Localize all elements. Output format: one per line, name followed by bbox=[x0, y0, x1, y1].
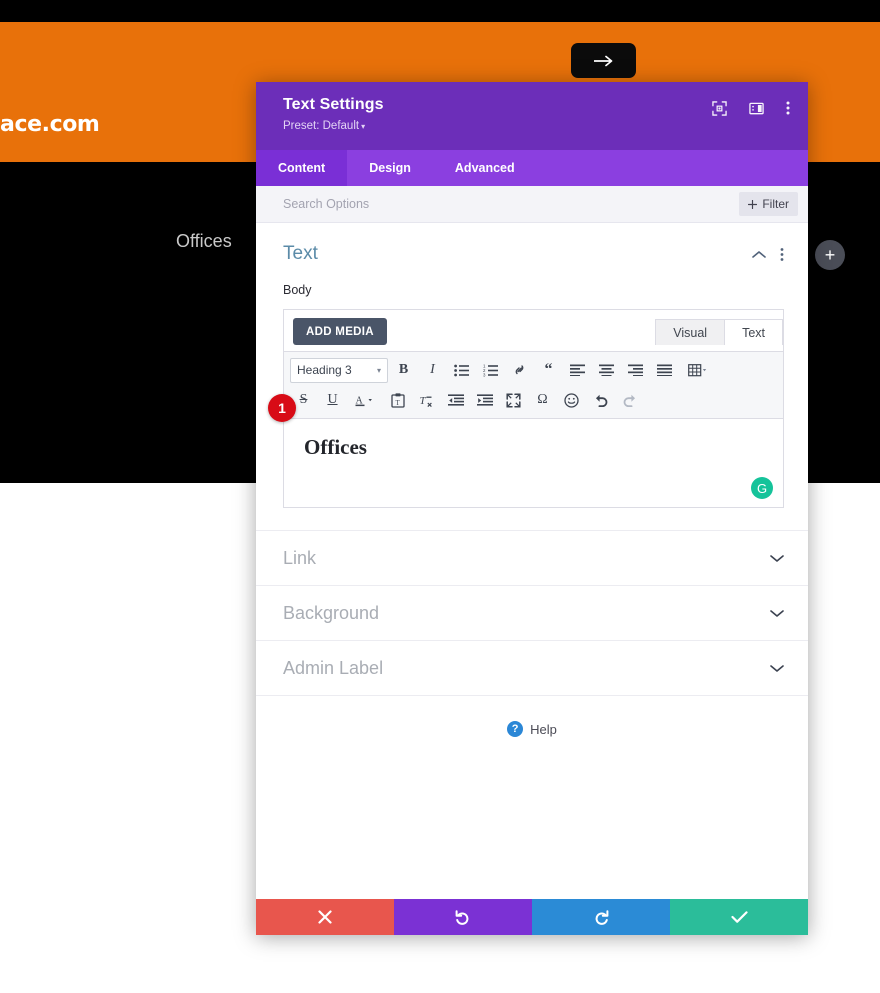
chevron-down-icon bbox=[770, 554, 784, 563]
modal-header: Text Settings Preset: Default ▾ bbox=[256, 82, 808, 150]
fullscreen-icon[interactable] bbox=[500, 387, 527, 414]
section-admin-label[interactable]: Admin Label bbox=[256, 641, 808, 696]
modal-title: Text Settings bbox=[283, 96, 384, 113]
add-module-button[interactable]: + bbox=[815, 240, 845, 270]
align-center-icon[interactable] bbox=[593, 357, 620, 384]
align-right-icon[interactable] bbox=[622, 357, 649, 384]
page-offices-heading: Offices bbox=[176, 231, 232, 251]
plus-icon: + bbox=[824, 245, 836, 265]
svg-text:T: T bbox=[420, 395, 427, 407]
text-color-icon[interactable]: A bbox=[348, 387, 382, 414]
tab-content[interactable]: Content bbox=[256, 150, 348, 186]
checkmark-icon bbox=[730, 911, 748, 923]
tab-advanced[interactable]: Advanced bbox=[433, 150, 537, 186]
modal-footer bbox=[256, 899, 808, 935]
editor-mode-visual[interactable]: Visual bbox=[655, 319, 726, 345]
grammarly-icon[interactable]: G bbox=[751, 477, 773, 499]
more-vertical-icon[interactable] bbox=[780, 247, 784, 262]
page-top-black-bar bbox=[0, 0, 880, 22]
plus-icon bbox=[748, 199, 758, 209]
section-background[interactable]: Background bbox=[256, 586, 808, 641]
search-input[interactable] bbox=[283, 197, 740, 211]
arrow-right-icon bbox=[593, 55, 612, 66]
undo-arrow-icon bbox=[455, 910, 469, 925]
page-arrow-button[interactable] bbox=[571, 43, 636, 78]
screen: ace.com Offices + Text Settings Preset: … bbox=[0, 0, 880, 993]
step-badge-1: 1 bbox=[268, 394, 296, 422]
underline-icon[interactable]: U bbox=[319, 387, 346, 414]
emoji-icon[interactable] bbox=[558, 387, 585, 414]
save-button[interactable] bbox=[670, 899, 808, 935]
editor-toolbar-row-1: Heading 3 ▾ B I 1 2 3 “ bbox=[290, 356, 777, 384]
modal-body: Text Body ADD MEDIA Visual Text Heading … bbox=[256, 223, 808, 899]
editor-mode-text[interactable]: Text bbox=[724, 319, 783, 345]
section-link-title: Link bbox=[283, 547, 317, 568]
chevron-down-icon bbox=[770, 664, 784, 673]
link-icon[interactable] bbox=[506, 357, 533, 384]
editor-content-area[interactable]: Offices G bbox=[284, 419, 783, 507]
preset-selector[interactable]: Preset: Default ▾ bbox=[283, 120, 786, 132]
section-admin-label-title: Admin Label bbox=[283, 657, 384, 678]
help-link[interactable]: ? Help bbox=[256, 696, 808, 737]
format-select-value: Heading 3 bbox=[297, 363, 352, 377]
close-x-icon bbox=[318, 910, 332, 924]
section-text-header[interactable]: Text bbox=[283, 243, 784, 265]
editor-heading-text: Offices bbox=[304, 435, 367, 459]
table-icon[interactable] bbox=[680, 357, 714, 384]
align-left-icon[interactable] bbox=[564, 357, 591, 384]
wysiwyg-editor: ADD MEDIA Visual Text Heading 3 ▾ B I 1 … bbox=[283, 309, 784, 508]
focus-target-icon[interactable] bbox=[712, 100, 727, 116]
panel-layout-icon[interactable] bbox=[749, 101, 764, 116]
help-question-icon: ? bbox=[507, 721, 524, 737]
section-link[interactable]: Link bbox=[256, 531, 808, 586]
editor-topbar: ADD MEDIA Visual Text bbox=[284, 310, 783, 345]
modal-header-icons bbox=[712, 100, 790, 116]
align-justify-icon[interactable] bbox=[651, 357, 678, 384]
add-media-button[interactable]: ADD MEDIA bbox=[293, 318, 387, 345]
preset-label: Preset: Default bbox=[283, 120, 360, 132]
redo-arrow-icon bbox=[595, 910, 609, 925]
clear-formatting-icon[interactable]: T bbox=[413, 387, 440, 414]
special-character-icon[interactable]: Ω bbox=[529, 387, 556, 414]
editor-toolbar-row-2: S U A T T Ω bbox=[290, 386, 777, 414]
bulleted-list-icon[interactable] bbox=[448, 357, 475, 384]
outdent-icon[interactable] bbox=[442, 387, 469, 414]
editor-toolbar: Heading 3 ▾ B I 1 2 3 “ S U A T T Ω bbox=[284, 351, 783, 419]
more-vertical-icon[interactable] bbox=[786, 100, 790, 116]
blockquote-icon[interactable]: “ bbox=[535, 357, 562, 384]
redo-button[interactable] bbox=[532, 899, 670, 935]
filter-button[interactable]: Filter bbox=[739, 192, 798, 216]
filter-label: Filter bbox=[762, 197, 789, 211]
body-field-label: Body bbox=[283, 283, 312, 297]
undo-icon[interactable] bbox=[587, 387, 614, 414]
section-text: Text Body ADD MEDIA Visual Text Heading … bbox=[256, 223, 808, 531]
chevron-up-icon[interactable] bbox=[752, 250, 766, 259]
svg-text:3: 3 bbox=[483, 372, 486, 377]
chevron-down-icon: ▾ bbox=[376, 365, 381, 375]
svg-text:T: T bbox=[395, 399, 400, 407]
editor-mode-tabs: Visual Text bbox=[655, 319, 783, 345]
cancel-button[interactable] bbox=[256, 899, 394, 935]
search-options-bar: Filter bbox=[256, 186, 808, 223]
tab-design[interactable]: Design bbox=[347, 150, 433, 186]
paste-as-text-icon[interactable]: T bbox=[384, 387, 411, 414]
section-background-title: Background bbox=[283, 602, 380, 623]
help-label: Help bbox=[530, 721, 557, 737]
chevron-down-icon: ▾ bbox=[361, 122, 366, 131]
italic-icon[interactable]: I bbox=[419, 357, 446, 384]
text-settings-modal: Text Settings Preset: Default ▾ Content … bbox=[256, 82, 808, 935]
section-text-title: Text bbox=[283, 243, 318, 264]
indent-icon[interactable] bbox=[471, 387, 498, 414]
bold-icon[interactable]: B bbox=[390, 357, 417, 384]
site-logo-text: ace.com bbox=[0, 112, 100, 137]
modal-tabs: Content Design Advanced bbox=[256, 150, 808, 186]
chevron-down-icon bbox=[770, 609, 784, 618]
undo-button[interactable] bbox=[394, 899, 532, 935]
redo-icon[interactable] bbox=[616, 387, 643, 414]
numbered-list-icon[interactable]: 1 2 3 bbox=[477, 357, 504, 384]
format-select[interactable]: Heading 3 ▾ bbox=[290, 357, 388, 383]
